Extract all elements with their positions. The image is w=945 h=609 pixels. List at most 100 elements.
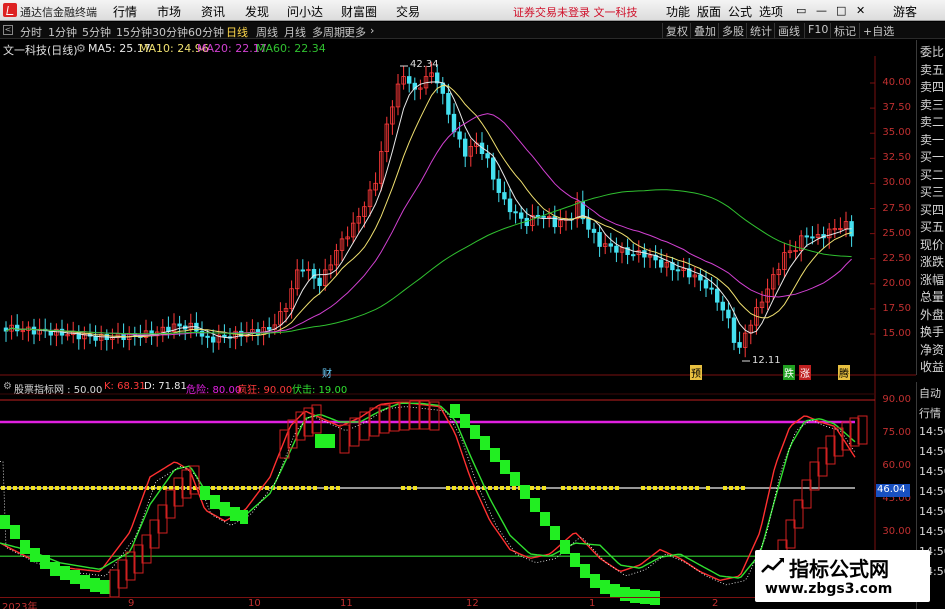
signal-dot xyxy=(241,486,245,490)
trend-block xyxy=(570,553,580,567)
candle-body xyxy=(266,327,272,330)
signal-dot xyxy=(313,486,317,490)
trend-block xyxy=(470,425,480,439)
candle-body xyxy=(810,236,815,239)
candle-body xyxy=(614,245,619,253)
signal-dot xyxy=(695,486,699,490)
order-panel-label: 买一 xyxy=(920,150,945,164)
signal-dot xyxy=(671,486,675,490)
candle-body xyxy=(709,287,714,290)
signal-dot xyxy=(723,486,727,490)
signal-dot xyxy=(277,486,281,490)
stepped-box xyxy=(409,400,420,430)
signal-dot xyxy=(115,486,119,490)
signal-dot xyxy=(706,486,710,490)
signal-dot xyxy=(603,486,607,490)
trend-block xyxy=(210,495,220,509)
candle-body xyxy=(31,326,37,335)
price-axis-label: 25.00 xyxy=(882,227,911,239)
candle-body xyxy=(720,301,725,311)
event-tag-tencent[interactable]: 腾 xyxy=(838,365,850,380)
signal-dot xyxy=(500,486,504,490)
indicator-name[interactable]: 股票指标网 : 50.00 xyxy=(14,381,102,396)
order-panel-label: 委比 xyxy=(920,45,945,59)
event-tag-fall[interactable]: 跌 xyxy=(783,365,795,380)
signal-dot xyxy=(542,486,546,490)
candle-body xyxy=(804,235,809,238)
candle-body xyxy=(659,259,664,268)
candle-body xyxy=(317,277,322,286)
signal-dot xyxy=(567,486,571,490)
signal-dot xyxy=(446,486,450,490)
signal-dot xyxy=(295,486,299,490)
trend-block xyxy=(450,404,460,418)
price-axis-label: 27.50 xyxy=(882,202,911,214)
event-tag-finance[interactable]: 财 xyxy=(322,365,332,380)
signal-dot xyxy=(536,486,540,490)
signal-dot xyxy=(689,486,693,490)
signal-dot xyxy=(330,486,334,490)
trend-block xyxy=(580,564,590,578)
price-axis-label: 35.00 xyxy=(882,127,911,139)
candle-body xyxy=(451,113,457,133)
signal-dot xyxy=(506,486,510,490)
event-tag-rise[interactable]: 涨 xyxy=(799,365,811,380)
trend-block xyxy=(530,498,540,512)
candle-body xyxy=(496,178,501,193)
trend-block xyxy=(600,580,610,594)
price-axis-label: 22.50 xyxy=(882,252,911,264)
signal-dot xyxy=(73,486,77,490)
candle-body xyxy=(507,198,513,213)
candle-body xyxy=(597,232,602,247)
indicator-axis-label: 60.00 xyxy=(882,460,911,471)
signal-dot xyxy=(573,486,577,490)
order-panel-label: 净资 xyxy=(920,342,945,357)
signal-dot xyxy=(19,486,23,490)
signal-dot xyxy=(512,486,516,490)
signal-dot xyxy=(103,486,107,490)
signal-dot xyxy=(591,486,595,490)
signal-dot xyxy=(530,486,534,490)
candle-body xyxy=(675,269,681,272)
trend-block xyxy=(325,434,335,448)
signal-dot xyxy=(133,486,137,490)
trend-block xyxy=(200,486,210,500)
signal-dot xyxy=(13,486,17,490)
candle-body xyxy=(490,157,496,180)
signal-dot xyxy=(579,486,583,490)
indicator-axis-label: 90.00 xyxy=(882,394,911,405)
signal-dot xyxy=(301,486,305,490)
price-axis-label: 20.00 xyxy=(882,277,911,289)
order-panel-label: 卖五 xyxy=(920,62,945,77)
trend-block xyxy=(10,525,20,539)
signal-dot xyxy=(37,486,41,490)
signal-dot xyxy=(223,486,227,490)
date-axis: 2023年 9 10 11 12 1 2 xyxy=(0,597,870,609)
trend-block xyxy=(90,578,100,592)
trend-block xyxy=(510,472,520,486)
signal-dot xyxy=(55,486,59,490)
signal-dot xyxy=(307,486,311,490)
order-panel-label: 买二 xyxy=(920,167,945,182)
signal-dot xyxy=(597,486,601,490)
order-panel-label: 卖一 xyxy=(920,132,945,147)
order-panel-label: 换手 xyxy=(920,325,945,339)
signal-dot xyxy=(458,486,462,490)
candle-body xyxy=(703,279,709,289)
candle-body xyxy=(731,317,737,343)
candle-body xyxy=(737,342,742,348)
indicator-settings-icon[interactable]: ⚙ xyxy=(3,381,12,392)
candle-body xyxy=(210,336,216,343)
trend-block xyxy=(610,584,620,598)
signal-dot xyxy=(452,486,456,490)
candle-body xyxy=(222,334,227,338)
kline-chart[interactable] xyxy=(0,0,945,609)
x-label-2023: 2023年 xyxy=(2,602,38,609)
order-panel-label: 外盘 xyxy=(920,307,945,322)
signal-dot xyxy=(151,486,155,490)
indicator-current-value: 46.04 xyxy=(876,484,910,497)
candle-body xyxy=(502,192,507,200)
signal-dot xyxy=(121,486,125,490)
signal-dot xyxy=(25,486,29,490)
event-tag-forecast[interactable]: 预 xyxy=(690,365,702,380)
